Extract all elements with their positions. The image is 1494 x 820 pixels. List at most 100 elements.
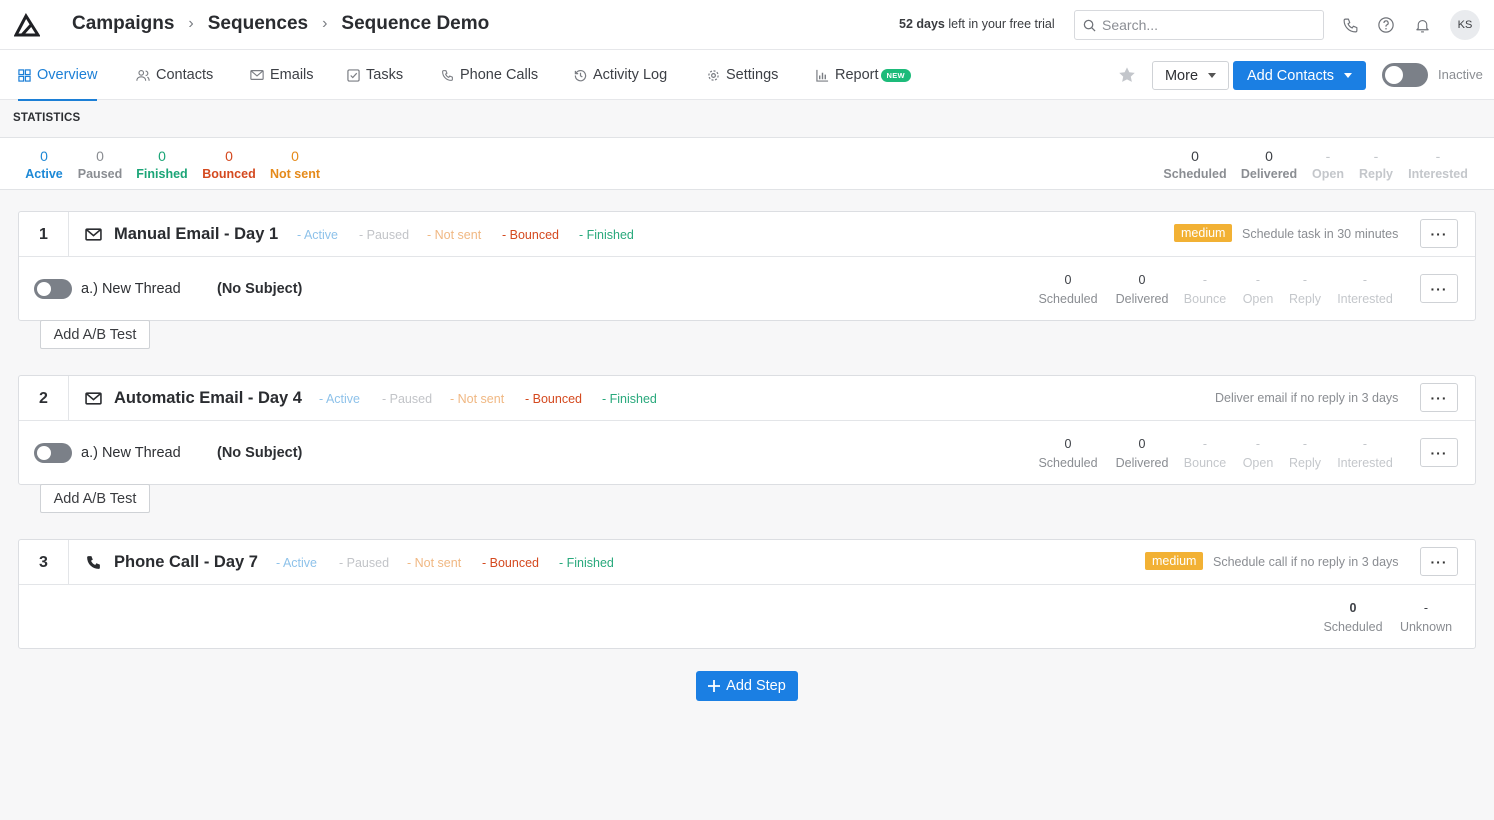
chevron-right-icon: › — [322, 15, 328, 32]
step-number: 1 — [19, 212, 69, 257]
tab-tasks[interactable]: Tasks — [347, 50, 403, 100]
trial-days: 52 days — [899, 17, 945, 31]
breadcrumb-sequences[interactable]: Sequences — [208, 13, 308, 35]
step-title[interactable]: Automatic Email - Day 4 — [85, 376, 302, 421]
add-contacts-button[interactable]: Add Contacts — [1233, 61, 1366, 90]
stat-value: 0 — [1064, 437, 1072, 451]
subject-label[interactable]: (No Subject) — [217, 281, 302, 297]
help-icon[interactable] — [1376, 15, 1396, 35]
stat-label: Finished — [136, 167, 188, 181]
tab-overview[interactable]: Overview — [18, 50, 98, 101]
status-bounced: - Bounced — [502, 228, 559, 242]
stat-label: Delivered — [1240, 167, 1298, 181]
add-ab-test-button[interactable]: Add A/B Test — [40, 484, 150, 513]
variant-menu-button[interactable]: ··· — [1420, 274, 1458, 303]
breadcrumb-campaigns[interactable]: Campaigns — [72, 13, 174, 35]
call-stat-scheduled: 0 Scheduled — [1319, 601, 1387, 634]
step-title[interactable]: Manual Email - Day 1 — [85, 212, 278, 257]
status-paused: - Paused — [359, 228, 410, 242]
status-paused: - Paused — [339, 556, 390, 570]
phone-icon[interactable] — [1340, 15, 1360, 35]
step-card-1: 1 Manual Email - Day 1 - Active - Paused… — [18, 211, 1476, 321]
variant-stat-open: - Open — [1237, 273, 1279, 306]
variant-stat-open: - Open — [1237, 437, 1279, 470]
stat-label: Bounce — [1183, 292, 1227, 306]
search-input[interactable] — [1102, 17, 1312, 33]
status-bounced: - Bounced — [482, 556, 539, 570]
tab-label: Settings — [726, 67, 779, 83]
tab-label: Emails — [270, 67, 314, 83]
variant-toggle[interactable] — [34, 279, 72, 299]
thread-label: a.) New Thread — [81, 445, 181, 461]
stat-value: 0 — [291, 148, 299, 164]
plus-icon — [708, 680, 721, 692]
chevron-right-icon: › — [188, 15, 194, 32]
step-title[interactable]: Phone Call - Day 7 — [85, 540, 258, 585]
stat-value: - — [1373, 148, 1379, 164]
stat-finished: 0 Finished — [134, 148, 190, 181]
tab-phone-calls[interactable]: Phone Calls — [441, 50, 538, 100]
step-variant-row: a.) New Thread (No Subject) 0 Scheduled … — [19, 421, 1475, 484]
stat-label: Interested — [1337, 456, 1393, 470]
variant-stat-scheduled: 0 Scheduled — [1035, 273, 1101, 306]
tab-settings[interactable]: Settings — [707, 50, 778, 100]
status-paused: - Paused — [382, 392, 433, 406]
status-active: - Active — [297, 228, 338, 242]
breadcrumb-sequence-demo: Sequence Demo — [341, 13, 490, 34]
stat-label: Scheduled — [1163, 167, 1227, 181]
status-not-sent: - Not sent — [427, 228, 482, 242]
mail-icon — [250, 70, 264, 80]
stat-label: Scheduled — [1038, 456, 1098, 470]
stat-label: Bounced — [202, 167, 256, 181]
stat-label: Unknown — [1399, 620, 1453, 634]
stat-label: Reply — [1289, 456, 1321, 470]
step-title-text: Manual Email - Day 1 — [114, 225, 279, 243]
step-menu-button[interactable]: ··· — [1420, 219, 1458, 248]
schedule-text: Deliver email if no reply in 3 days — [1215, 391, 1399, 405]
status-not-sent: - Not sent — [407, 556, 462, 570]
stat-value: 0 — [40, 148, 48, 164]
step-variant-row: a.) New Thread (No Subject) 0 Scheduled … — [19, 257, 1475, 320]
variant-menu-button[interactable]: ··· — [1420, 438, 1458, 467]
add-step-button[interactable]: Add Step — [696, 671, 798, 701]
stat-label: Reply — [1289, 292, 1321, 306]
tab-label: Overview — [37, 67, 98, 83]
status-bounced: - Bounced — [525, 392, 582, 406]
stat-label: Paused — [77, 167, 123, 181]
tab-activity-log[interactable]: Activity Log — [574, 50, 667, 100]
search-box[interactable] — [1074, 10, 1324, 40]
tab-label: Contacts — [156, 67, 214, 83]
stat-label: Delivered — [1115, 292, 1169, 306]
add-ab-test-button[interactable]: Add A/B Test — [40, 320, 150, 349]
stat-value: - — [1255, 437, 1261, 451]
sequence-active-toggle[interactable] — [1382, 63, 1428, 87]
star-icon[interactable] — [1118, 66, 1136, 84]
variant-stat-delivered: 0 Delivered — [1111, 437, 1173, 470]
breadcrumb: Campaigns › Sequences › Sequence Demo — [72, 13, 489, 35]
tab-contacts[interactable]: Contacts — [136, 50, 213, 100]
avatar[interactable]: KS — [1450, 10, 1480, 40]
stat-value: 0 — [1265, 148, 1273, 164]
tab-emails[interactable]: Emails — [250, 50, 314, 100]
stat-value: - — [1362, 437, 1368, 451]
more-button[interactable]: More — [1152, 61, 1229, 90]
stat-value: 0 — [96, 148, 104, 164]
bell-icon[interactable] — [1412, 15, 1432, 35]
variant-toggle[interactable] — [34, 443, 72, 463]
stat-not-sent: 0 Not sent — [266, 148, 324, 181]
subject-label[interactable]: (No Subject) — [217, 445, 302, 461]
stat-paused: 0 Paused — [75, 148, 125, 181]
stat-open: - Open — [1308, 148, 1348, 181]
bar-chart-icon — [816, 69, 829, 82]
app-logo-icon[interactable] — [14, 13, 40, 37]
stat-value: 0 — [1138, 437, 1146, 451]
step-menu-button[interactable]: ··· — [1420, 383, 1458, 412]
tab-report[interactable]: Report NEW — [816, 50, 911, 100]
stat-label: Delivered — [1115, 456, 1169, 470]
step-menu-button[interactable]: ··· — [1420, 547, 1458, 576]
step-card-2: 2 Automatic Email - Day 4 - Active - Pau… — [18, 375, 1476, 485]
gear-icon — [708, 69, 719, 81]
check-square-icon — [347, 68, 360, 82]
grid-icon — [18, 68, 31, 82]
status-label: Inactive — [1438, 67, 1483, 82]
